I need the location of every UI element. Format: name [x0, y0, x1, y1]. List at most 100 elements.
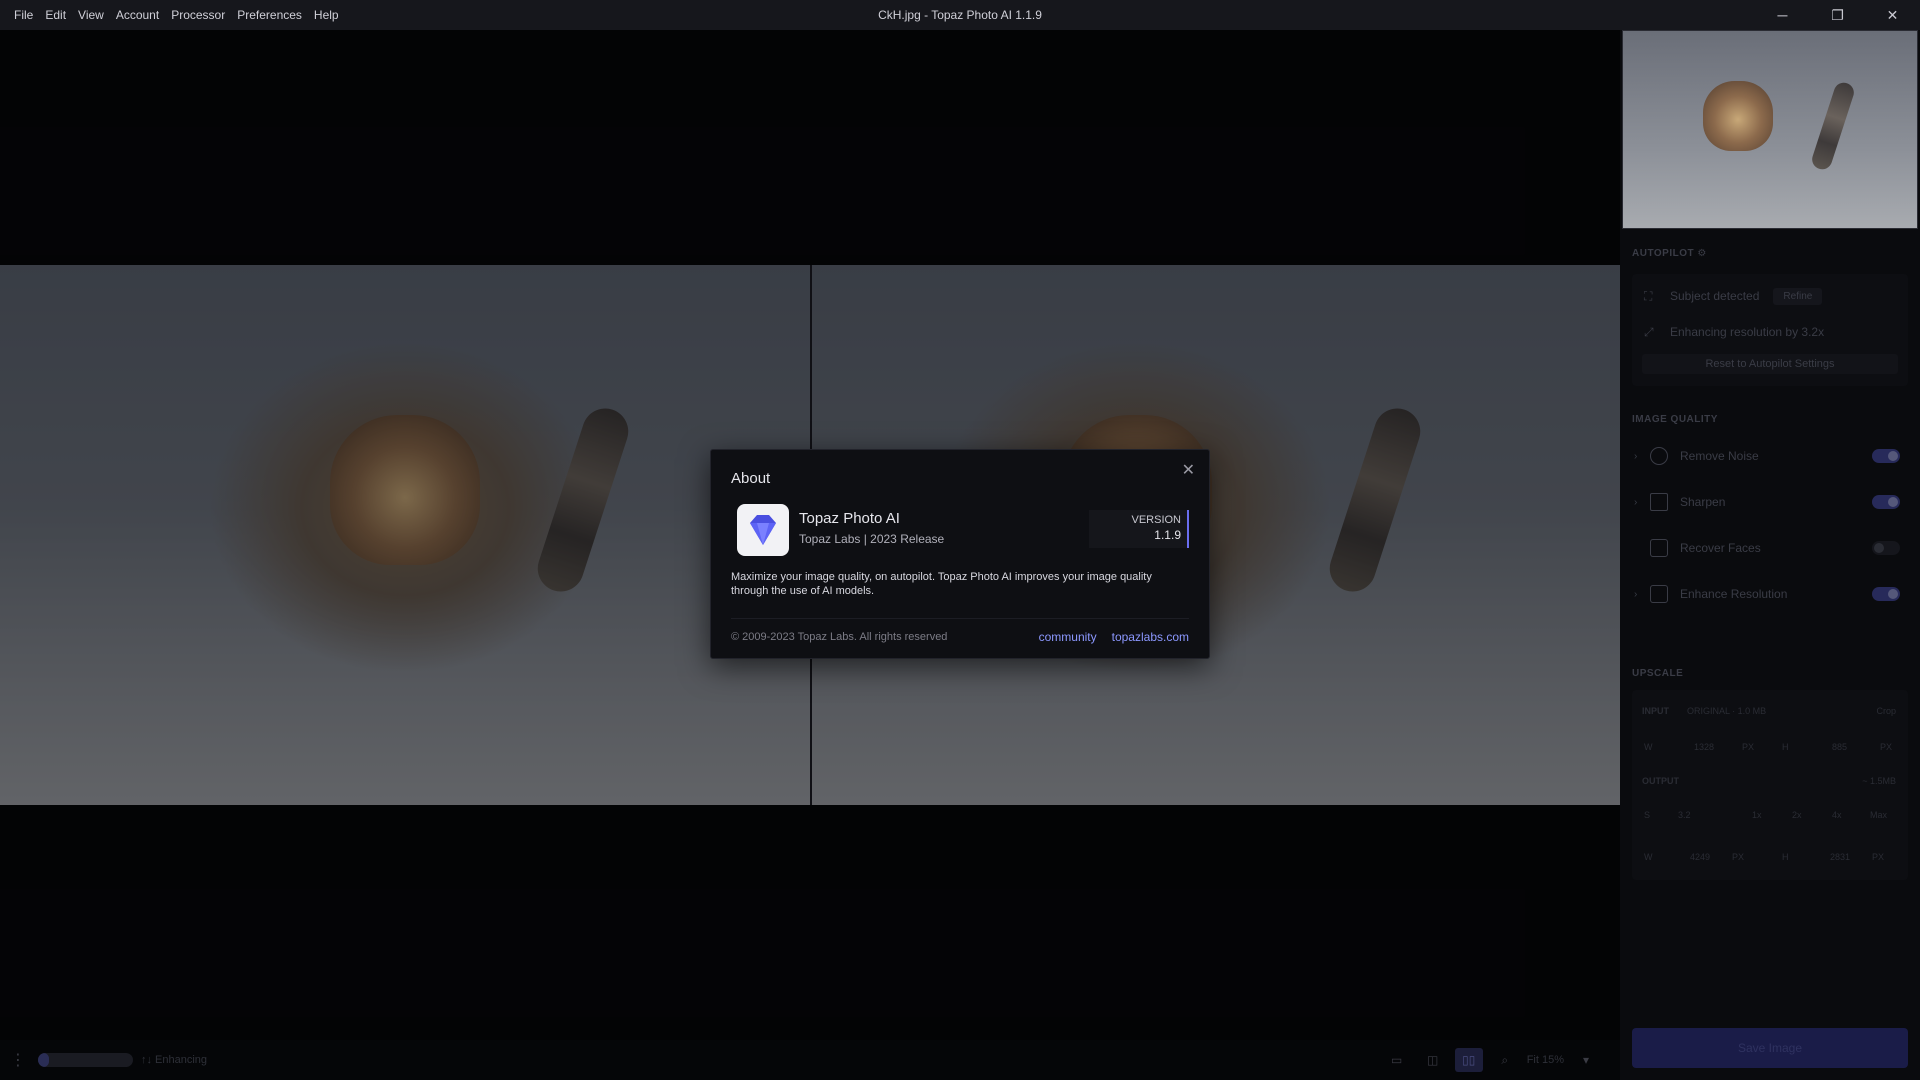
- tiger-head-image: [1703, 81, 1773, 151]
- input-w-unit: PX: [1742, 742, 1755, 752]
- scale-1x-button[interactable]: 1x: [1752, 810, 1762, 820]
- quality-label: Enhance Resolution: [1680, 587, 1788, 601]
- quality-row-remove-noise[interactable]: › Remove Noise: [1632, 436, 1908, 476]
- progress-fill: [38, 1053, 50, 1067]
- input-meta: ORIGINAL · 1.0 MB: [1687, 706, 1767, 716]
- output-h-unit: PX: [1872, 852, 1885, 862]
- upscale-section-label: UPSCALE: [1632, 668, 1684, 679]
- chevron-right-icon[interactable]: ›: [1634, 589, 1648, 600]
- input-h-unit: PX: [1880, 742, 1893, 752]
- app-name: Topaz Photo AI: [799, 510, 900, 527]
- right-panel: AUTOPILOT ⚙ ⛶ Subject detected Refine ⤢ …: [1620, 30, 1920, 1080]
- zoom-level[interactable]: Fit 15%: [1527, 1054, 1564, 1066]
- subject-row: ⛶ Subject detected Refine: [1632, 284, 1908, 308]
- input-width: 1328: [1694, 742, 1715, 752]
- gear-icon[interactable]: ⚙: [1697, 248, 1706, 259]
- topaz-logo-icon: [737, 504, 789, 556]
- output-w-label: W: [1644, 852, 1653, 862]
- split-view-icon[interactable]: ◫: [1419, 1048, 1447, 1072]
- close-window-button[interactable]: ✕: [1865, 0, 1920, 30]
- subject-detected-text: Subject detected: [1670, 289, 1760, 303]
- autopilot-card: ⛶ Subject detected Refine ⤢ Enhancing re…: [1632, 274, 1908, 386]
- upscale-card: INPUT ORIGINAL · 1.0 MB Crop W 1328 PX H…: [1632, 690, 1908, 880]
- tiger-tail-image: [1809, 80, 1857, 172]
- autopilot-section-label: AUTOPILOT ⚙: [1632, 248, 1707, 259]
- sharpen-toggle[interactable]: [1872, 495, 1900, 509]
- menu-bar: File Edit View Account Processor Prefere…: [0, 0, 345, 30]
- enhance-resolution-icon: [1650, 585, 1668, 603]
- dialog-title: About: [731, 470, 771, 487]
- app-description: Maximize your image quality, on autopilo…: [731, 571, 1152, 597]
- minimize-button[interactable]: ─: [1755, 0, 1810, 30]
- menu-file[interactable]: File: [8, 0, 39, 30]
- dialog-links: community topazlabs.com: [1039, 630, 1189, 644]
- maximize-button[interactable]: ❐: [1810, 0, 1865, 30]
- crop-button[interactable]: Crop: [1876, 706, 1896, 716]
- app-subtitle: Topaz Labs | 2023 Release: [799, 532, 945, 546]
- menu-processor[interactable]: Processor: [165, 0, 231, 30]
- output-h-label: H: [1782, 852, 1789, 862]
- single-view-icon[interactable]: ▭: [1383, 1048, 1411, 1072]
- scale-2x-button[interactable]: 2x: [1792, 810, 1802, 820]
- window-controls: ─ ❐ ✕: [1755, 0, 1920, 30]
- quality-row-sharpen[interactable]: › Sharpen: [1632, 482, 1908, 522]
- output-height[interactable]: 2831: [1830, 852, 1850, 862]
- quality-label: Recover Faces: [1680, 541, 1761, 555]
- quality-label: Remove Noise: [1680, 449, 1759, 463]
- expand-icon: ⤢: [1644, 324, 1654, 339]
- website-link[interactable]: topazlabs.com: [1112, 630, 1189, 644]
- copyright-text: © 2009-2023 Topaz Labs. All rights reser…: [731, 631, 948, 643]
- status-bar: ⋮ ↑↓ Enhancing ▭ ◫ ▯▯ ⌕ Fit 15% ▾: [0, 1040, 1620, 1080]
- reset-autopilot-button[interactable]: Reset to Autopilot Settings: [1642, 354, 1898, 374]
- input-label: INPUT: [1642, 706, 1669, 716]
- output-width[interactable]: 4249: [1690, 852, 1710, 862]
- zoom-icon[interactable]: ⌕: [1491, 1048, 1519, 1072]
- version-label: VERSION: [1131, 514, 1181, 526]
- menu-account[interactable]: Account: [110, 0, 165, 30]
- close-icon[interactable]: ✕: [1182, 460, 1195, 480]
- output-label: OUTPUT: [1642, 776, 1679, 786]
- scale-max-button[interactable]: Max: [1870, 810, 1887, 820]
- recover-faces-toggle[interactable]: [1872, 541, 1900, 555]
- enhancing-text: Enhancing resolution by 3.2x: [1670, 325, 1825, 339]
- sharpen-icon: [1650, 493, 1668, 511]
- quality-row-recover-faces[interactable]: Recover Faces: [1632, 528, 1908, 568]
- input-w-label: W: [1644, 742, 1653, 752]
- gem-icon: [750, 515, 776, 545]
- view-tools: ▭ ◫ ▯▯ ⌕ Fit 15% ▾: [1383, 1048, 1600, 1072]
- menu-view[interactable]: View: [72, 0, 110, 30]
- refine-button[interactable]: Refine: [1773, 287, 1823, 305]
- image-quality-section-label: IMAGE QUALITY: [1632, 414, 1718, 425]
- title-bar: File Edit View Account Processor Prefere…: [0, 0, 1920, 30]
- remove-noise-icon: [1650, 447, 1668, 465]
- menu-help[interactable]: Help: [308, 0, 345, 30]
- menu-edit[interactable]: Edit: [39, 0, 72, 30]
- scale-4x-button[interactable]: 4x: [1832, 810, 1842, 820]
- navigator-thumbnail[interactable]: [1622, 30, 1918, 229]
- enhance-resolution-toggle[interactable]: [1872, 587, 1900, 601]
- output-meta: ~ 1.5MB: [1862, 776, 1896, 786]
- input-height: 885: [1832, 742, 1848, 752]
- scale-input[interactable]: 3.2: [1678, 810, 1691, 820]
- chevron-right-icon[interactable]: ›: [1634, 451, 1648, 462]
- remove-noise-toggle[interactable]: [1872, 449, 1900, 463]
- more-vertical-icon[interactable]: ⋮: [8, 1050, 28, 1070]
- version-box: VERSION 1.1.9: [1089, 510, 1189, 548]
- dialog-divider: [731, 618, 1189, 619]
- subject-icon: ⛶: [1644, 288, 1653, 303]
- chevron-right-icon[interactable]: ›: [1634, 497, 1648, 508]
- face-icon: [1650, 539, 1668, 557]
- side-by-side-view-icon[interactable]: ▯▯: [1454, 1048, 1483, 1072]
- menu-preferences[interactable]: Preferences: [231, 0, 308, 30]
- about-dialog: About ✕ Topaz Photo AI Topaz Labs | 2023…: [710, 449, 1210, 659]
- quality-label: Sharpen: [1680, 495, 1726, 509]
- progress-bar: [38, 1053, 133, 1067]
- community-link[interactable]: community: [1039, 630, 1097, 644]
- enhancing-row: ⤢ Enhancing resolution by 3.2x: [1632, 320, 1908, 344]
- version-value: 1.1.9: [1154, 528, 1181, 542]
- input-h-label: H: [1782, 742, 1789, 752]
- output-w-unit: PX: [1732, 852, 1745, 862]
- zoom-dropdown-icon[interactable]: ▾: [1572, 1048, 1600, 1072]
- save-image-button[interactable]: Save Image: [1632, 1028, 1908, 1068]
- quality-row-enhance-resolution[interactable]: › Enhance Resolution: [1632, 574, 1908, 614]
